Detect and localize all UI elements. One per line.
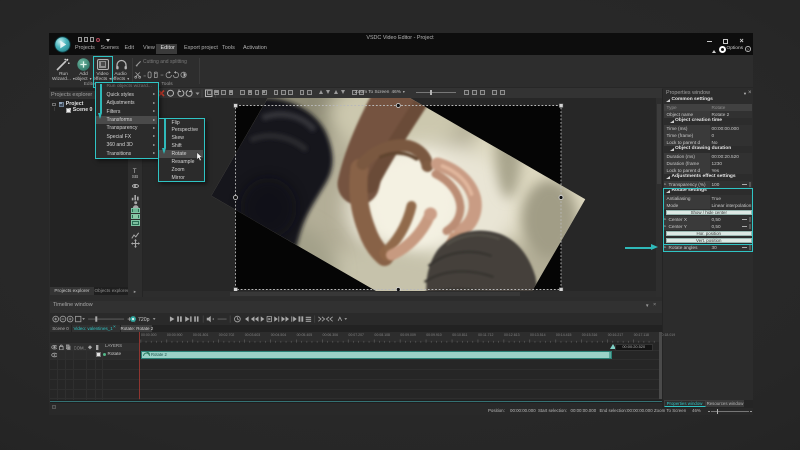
svg-text:COM...: COM...	[73, 345, 87, 350]
svg-text:720p: 720p	[138, 317, 150, 323]
